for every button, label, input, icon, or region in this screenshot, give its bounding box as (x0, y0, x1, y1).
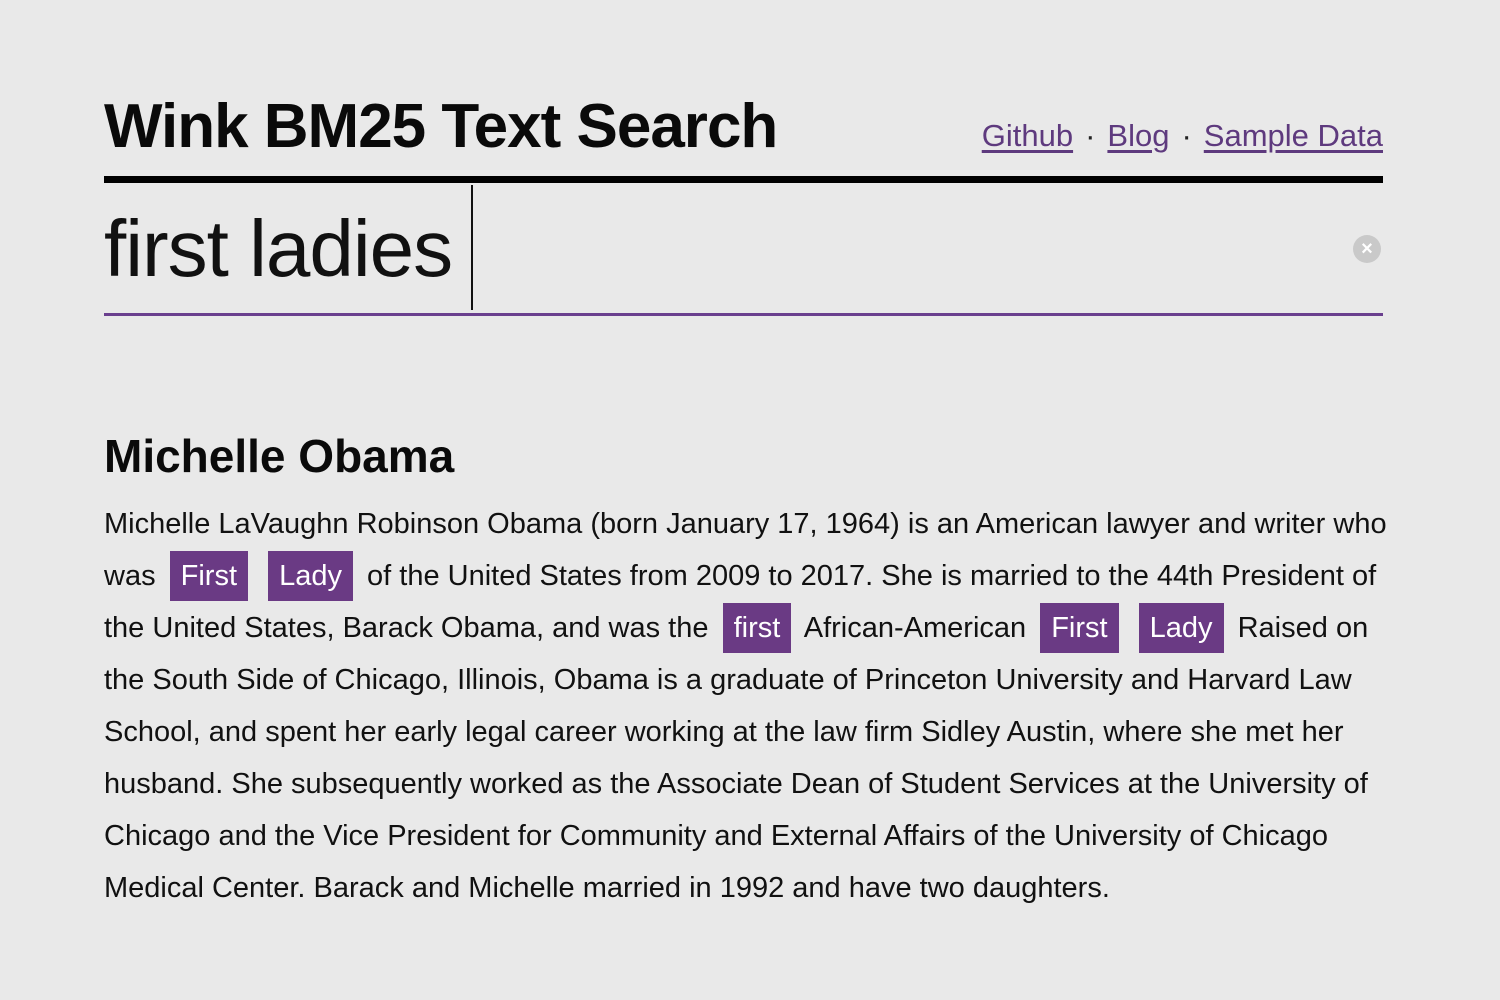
highlighted-term: First (169, 551, 249, 601)
nav-link-blog[interactable]: Blog (1107, 118, 1169, 153)
highlighted-term: First (1040, 603, 1119, 653)
site-title: Wink BM25 Text Search (104, 92, 778, 161)
snippet-text: Raised on the South Side of Chicago, Ill… (104, 612, 1369, 904)
header: Wink BM25 Text Search Github · Blog · Sample… (104, 88, 1383, 176)
result-title: Michelle Obama (104, 430, 455, 482)
nav-separator: · (1181, 118, 1192, 153)
result-snippet: Michelle LaVaughn Robinson Obama (born J… (104, 498, 1394, 914)
search-box: × (104, 185, 1383, 316)
nav-link-github[interactable]: Github (982, 118, 1073, 153)
nav-link-sample-data[interactable]: Sample Data (1204, 118, 1383, 153)
nav-separator: · (1085, 118, 1096, 153)
highlighted-term: Lady (268, 551, 353, 601)
highlighted-term: Lady (1138, 603, 1224, 653)
header-divider (104, 176, 1383, 183)
clear-search-button[interactable]: × (1353, 235, 1381, 263)
page: Wink BM25 Text Search Github · Blog · Sample… (104, 0, 1387, 1000)
snippet-text: African-American (803, 612, 1027, 644)
text-caret (471, 185, 473, 310)
circle-x-icon: × (1361, 238, 1373, 260)
search-input[interactable] (104, 193, 1334, 305)
top-nav: Github · Blog · Sample Data (982, 114, 1383, 158)
highlighted-term: first (722, 603, 792, 653)
search-result: Michelle Obama Michelle LaVaughn Robinso… (104, 426, 1387, 914)
